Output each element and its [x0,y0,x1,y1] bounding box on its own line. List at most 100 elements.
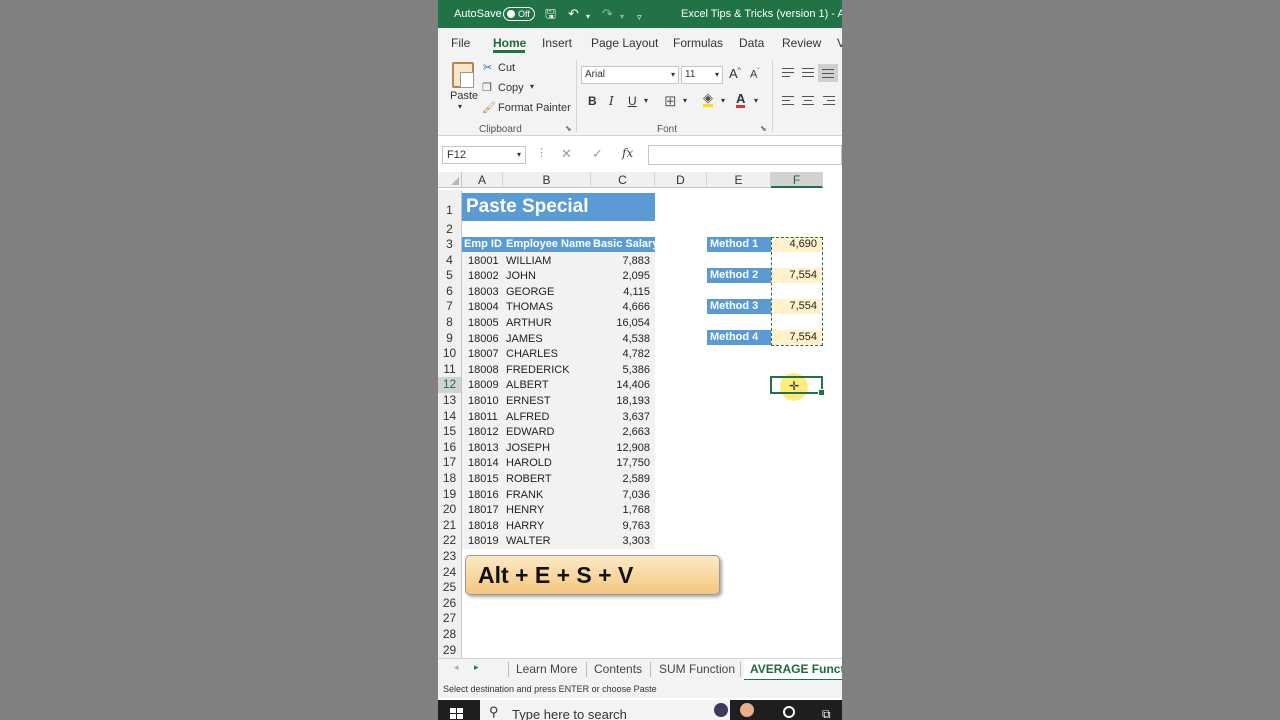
basic-salary-cell[interactable]: 5,386 [586,364,650,376]
align-bottom-icon[interactable] [818,64,838,82]
cancel-icon[interactable]: ✕ [561,146,572,162]
employee-name-cell[interactable]: FREDERICK [506,364,570,376]
employee-name-cell[interactable]: ARTHUR [506,317,552,329]
emp-id-cell[interactable]: 18011 [468,411,498,423]
employee-name-cell[interactable]: JAMES [506,333,543,345]
emp-id-cell[interactable]: 18004 [468,301,499,313]
align-top-icon[interactable] [782,67,796,79]
row-header[interactable]: 5 [438,268,462,284]
undo-icon[interactable]: ↶ [568,6,579,22]
search-input[interactable]: Type here to search [512,707,627,720]
cut-icon[interactable]: ✂ [483,61,492,74]
column-header[interactable]: A [462,172,503,188]
paste-icon[interactable] [452,62,474,88]
basic-salary-cell[interactable]: 2,095 [586,270,650,282]
basic-salary-cell[interactable]: 3,637 [586,411,650,423]
save-icon[interactable]: 🖫 [545,6,556,22]
sheet-banner-title[interactable]: Paste Special [462,193,655,221]
font-launcher-icon[interactable]: ⬊ [760,124,767,133]
row-header[interactable]: 24 [438,564,462,581]
font-color-dropdown-icon[interactable]: ▾ [754,96,758,105]
row-header[interactable]: 7 [438,299,462,315]
underline-dropdown-icon[interactable]: ▾ [644,96,648,105]
row-header[interactable]: 14 [438,408,462,425]
insert-function-button[interactable]: fx [622,146,633,160]
row-header[interactable]: 6 [438,283,462,300]
basic-salary-cell[interactable]: 4,666 [586,301,650,313]
row-header[interactable]: 15 [438,424,462,440]
basic-salary-cell[interactable]: 1,768 [586,504,650,516]
scroll-tabs-right-icon[interactable]: ▸ [474,662,479,673]
emp-id-cell[interactable]: 18014 [468,457,499,469]
row-header[interactable]: 29 [438,642,462,658]
employee-name-cell[interactable]: GEORGE [506,286,554,298]
basic-salary-cell[interactable]: 17,750 [586,457,650,469]
row-header[interactable]: 1 [438,190,462,221]
name-box[interactable]: F12 ▾ [442,146,526,164]
employee-name-cell[interactable]: ALFRED [506,411,549,423]
autosave-toggle[interactable]: Off [503,7,535,21]
fill-dropdown-icon[interactable]: ▾ [721,96,725,105]
employee-name-cell[interactable]: HARRY [506,520,544,532]
row-header[interactable]: 8 [438,315,462,331]
emp-id-cell[interactable]: 18018 [468,520,499,532]
method-label[interactable]: Method 2 [707,268,771,283]
tab-review[interactable]: Review [782,36,821,50]
select-all-button[interactable] [438,172,462,188]
align-left-icon[interactable] [782,95,796,107]
clipboard-launcher-icon[interactable]: ⬊ [565,124,572,133]
basic-salary-cell[interactable]: 4,115 [586,286,650,298]
emp-id-cell[interactable]: 18016 [468,489,499,501]
method-label[interactable]: Method 4 [707,330,771,345]
basic-salary-cell[interactable]: 4,538 [586,333,650,345]
emp-id-cell[interactable]: 18003 [468,286,499,298]
font-color-button[interactable]: A [736,92,746,108]
column-header[interactable]: C [591,172,655,188]
basic-salary-cell[interactable]: 7,883 [586,255,650,267]
row-header[interactable]: 11 [438,361,462,378]
header-employee-name[interactable]: Employee Name [506,238,591,250]
row-header[interactable]: 4 [438,252,462,269]
formula-input[interactable] [648,145,842,165]
borders-icon[interactable]: ⊞ [664,92,677,110]
row-header[interactable]: 28 [438,627,462,643]
font-name-select[interactable]: Arial ▾ [581,66,679,84]
sheet-tab-contents[interactable]: Contents [594,662,642,676]
row-header[interactable]: 23 [438,549,462,565]
decrease-font-icon[interactable]: Aˇ [750,68,760,81]
undo-dropdown-icon[interactable]: ▾ [586,9,590,25]
task-view-icon[interactable]: ⧉ [822,707,831,720]
employee-name-cell[interactable]: CHARLES [506,348,558,360]
fill-color-icon[interactable]: ◈ [703,91,713,107]
employee-name-cell[interactable]: THOMAS [506,301,553,313]
employee-name-cell[interactable]: JOSEPH [506,442,550,454]
tab-home[interactable]: Home [493,36,526,50]
sheet-tab-learn-more[interactable]: Learn More [516,662,577,676]
employee-name-cell[interactable]: FRANK [506,489,543,501]
cortana-icon[interactable] [783,706,795,718]
enter-icon[interactable]: ✓ [592,146,603,162]
underline-button[interactable]: U [628,94,637,108]
emp-id-cell[interactable]: 18017 [468,504,499,516]
employee-name-cell[interactable]: HENRY [506,504,544,516]
tab-file[interactable]: File [451,36,470,50]
basic-salary-cell[interactable]: 16,054 [586,317,650,329]
emp-id-cell[interactable]: 18002 [468,270,499,282]
copy-dropdown-icon[interactable]: ▾ [530,82,534,91]
basic-salary-cell[interactable]: 4,782 [586,348,650,360]
row-header[interactable]: 2 [438,221,462,237]
row-header[interactable]: 27 [438,611,462,627]
format-painter-button[interactable]: Format Painter [498,102,571,114]
tab-formulas[interactable]: Formulas [673,36,723,50]
row-header[interactable]: 22 [438,533,462,549]
bold-button[interactable]: B [588,94,597,108]
row-header[interactable]: 3 [438,237,462,253]
employee-name-cell[interactable]: ALBERT [506,379,549,391]
row-header[interactable]: 10 [438,346,462,362]
copy-icon[interactable]: ❐ [482,81,492,94]
employee-name-cell[interactable]: JOHN [506,270,536,282]
redo-icon[interactable]: ↷ [602,6,613,22]
italic-button[interactable]: I [609,94,614,108]
paste-dropdown-icon[interactable]: ▾ [458,102,462,111]
column-header-selected[interactable]: F [771,172,823,188]
